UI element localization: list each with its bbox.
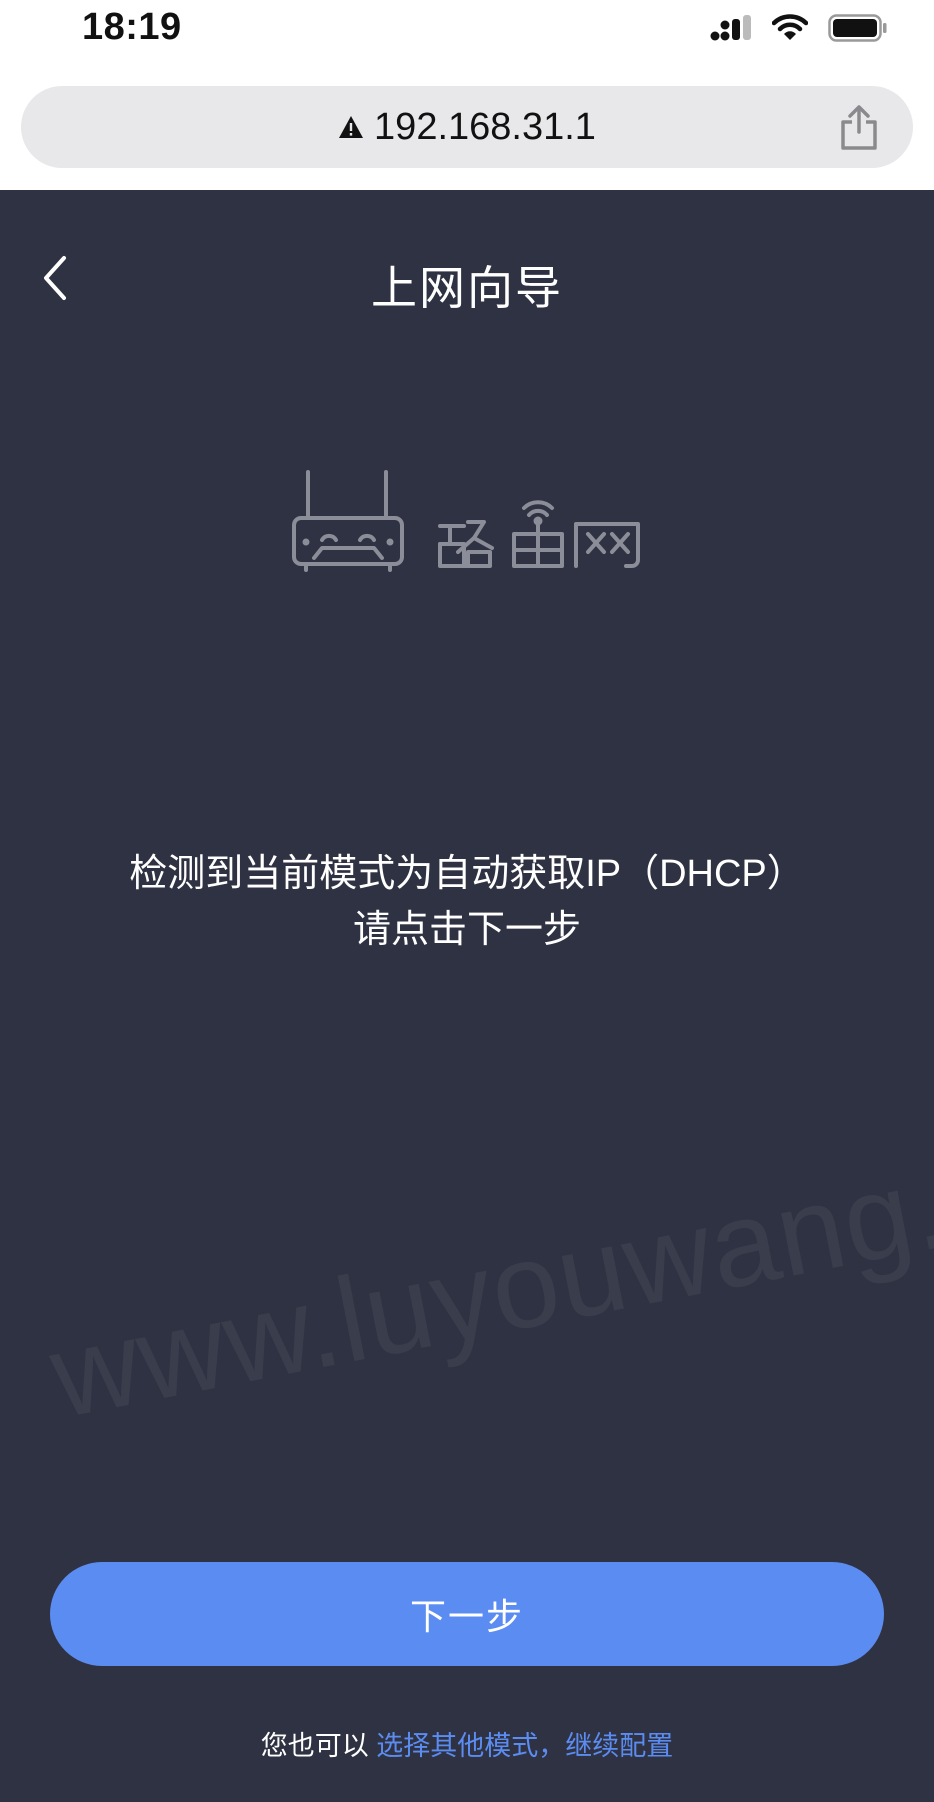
wifi-icon	[772, 14, 808, 40]
watermark: www.luyouwang.net	[40, 1106, 934, 1444]
page-title: 上网向导	[371, 262, 563, 314]
address-bar[interactable]: 192.168.31.1	[21, 86, 913, 168]
other-mode-link[interactable]: 选择其他模式，继续配置	[376, 1731, 673, 1761]
footer-prefix: 您也可以	[260, 1731, 377, 1761]
status-bar: 18:19	[0, 0, 934, 62]
battery-icon	[828, 14, 887, 42]
warning-triangle-icon	[339, 116, 364, 138]
detection-message: 检测到当前模式为自动获取IP（DHCP） 请点击下一步	[0, 846, 934, 958]
next-button[interactable]: 下一步	[50, 1562, 884, 1666]
message-line-2: 请点击下一步	[352, 909, 581, 951]
address-text: 192.168.31.1	[374, 105, 596, 148]
cellular-signal-icon	[710, 15, 751, 41]
message-line-1: 检测到当前模式为自动获取IP（DHCP）	[129, 853, 805, 895]
status-icons	[710, 14, 888, 42]
router-logo	[292, 470, 640, 572]
share-icon[interactable]	[837, 104, 881, 150]
address-content: 192.168.31.1	[21, 86, 913, 168]
footer-line: 您也可以 选择其他模式，继续配置	[0, 1724, 934, 1763]
status-time: 18:19	[82, 6, 182, 48]
app-screen: 上网向导 检测到当前模式为自动获取IP（DHCP） 请点击下一步 www.luy…	[0, 190, 934, 1802]
browser-toolbar: 192.168.31.1	[0, 62, 934, 190]
